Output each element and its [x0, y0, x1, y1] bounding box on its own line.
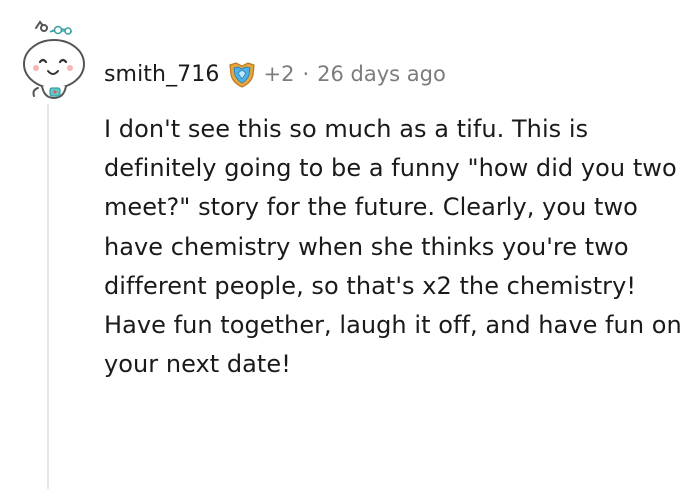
snoo-avatar-icon: [23, 20, 85, 100]
thread-line[interactable]: [47, 104, 49, 489]
meta-separator: ·: [302, 62, 310, 86]
shield-award-icon[interactable]: [227, 59, 257, 89]
timestamp[interactable]: 26 days ago: [317, 62, 446, 86]
comment: smith_716 +2 · 26 days ago I don't see t…: [0, 0, 700, 489]
comment-body: I don't see this so much as a tifu. This…: [104, 115, 682, 379]
user-avatar[interactable]: [14, 18, 94, 100]
comment-meta: smith_716 +2 · 26 days ago: [104, 56, 446, 92]
award-count: +2: [263, 62, 295, 86]
username-link[interactable]: smith_716: [104, 62, 219, 87]
